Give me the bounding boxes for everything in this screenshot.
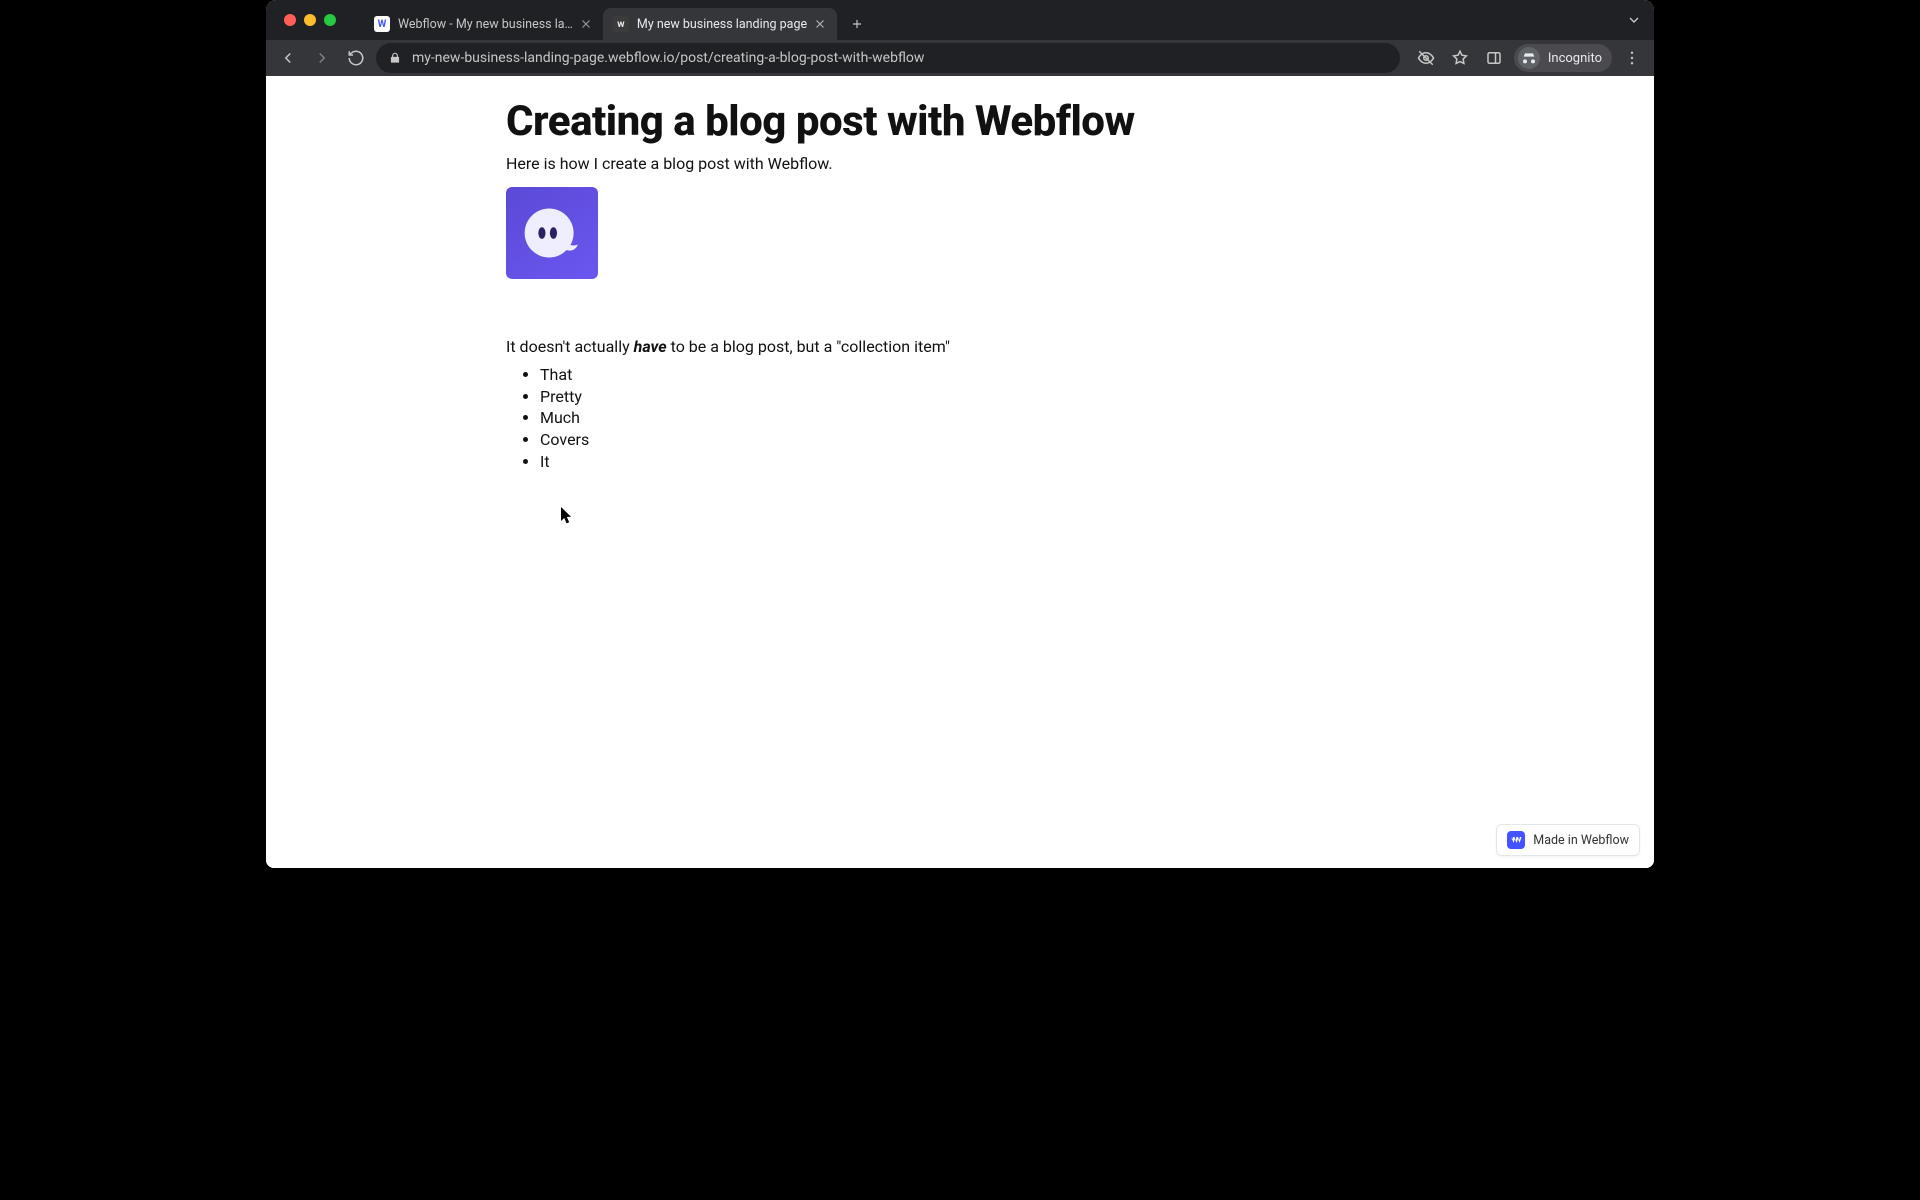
post-body-paragraph: It doesn't actually have to be a blog po… <box>506 337 1606 356</box>
minimize-window-button[interactable] <box>304 14 316 26</box>
close-window-button[interactable] <box>284 14 296 26</box>
body-text-part1: It doesn't actually <box>506 337 634 356</box>
browser-chrome: W Webflow - My new business la… w My new… <box>266 0 1654 82</box>
ghost-icon <box>516 197 588 269</box>
post-title: Creating a blog post with Webflow <box>506 98 1606 146</box>
url-text: my-new-business-landing-page.webflow.io/… <box>412 50 1388 66</box>
site-favicon-icon: w <box>613 16 629 32</box>
tab-title: My new business landing page <box>637 17 807 32</box>
window-controls <box>274 0 344 40</box>
incognito-chip[interactable]: Incognito <box>1514 44 1612 72</box>
tabs-overflow-button[interactable] <box>1626 12 1642 32</box>
list-item: Much <box>540 407 1606 429</box>
tabs: W Webflow - My new business la… w My new… <box>364 0 871 40</box>
incognito-label: Incognito <box>1548 51 1602 66</box>
made-in-webflow-badge[interactable]: Made in Webflow <box>1496 824 1640 856</box>
side-panel-icon[interactable] <box>1480 44 1508 72</box>
tab-title: Webflow - My new business la… <box>398 17 573 32</box>
new-tab-button[interactable] <box>843 10 871 38</box>
list-item: That <box>540 364 1606 386</box>
body-emphasis: have <box>634 337 667 356</box>
blog-post: Creating a blog post with Webflow Here i… <box>266 76 1624 512</box>
webflow-favicon-icon: W <box>374 16 390 32</box>
forward-button[interactable] <box>308 44 336 72</box>
tab-webflow-editor[interactable]: W Webflow - My new business la… <box>364 8 603 40</box>
address-bar[interactable]: my-new-business-landing-page.webflow.io/… <box>376 43 1400 73</box>
browser-window: W Webflow - My new business la… w My new… <box>266 0 1654 868</box>
kebab-menu-icon[interactable] <box>1618 44 1646 72</box>
post-lead: Here is how I create a blog post with We… <box>506 154 1606 173</box>
back-button[interactable] <box>274 44 302 72</box>
webflow-logo-icon <box>1507 831 1525 849</box>
bookmark-star-icon[interactable] <box>1446 44 1474 72</box>
webflow-badge-label: Made in Webflow <box>1533 833 1629 848</box>
eye-off-icon[interactable] <box>1412 44 1440 72</box>
list-item: Covers <box>540 429 1606 451</box>
incognito-icon <box>1518 47 1540 69</box>
list-item: It <box>540 451 1606 473</box>
post-bullet-list: That Pretty Much Covers It <box>506 364 1606 472</box>
lock-icon <box>388 51 402 65</box>
tab-published-site[interactable]: w My new business landing page <box>603 8 837 40</box>
page-viewport: Creating a blog post with Webflow Here i… <box>266 76 1654 868</box>
reload-button[interactable] <box>342 44 370 72</box>
body-text-part2: to be a blog post, but a "collection ite… <box>667 337 950 356</box>
toolbar-right: Incognito <box>1412 44 1646 72</box>
tab-strip: W Webflow - My new business la… w My new… <box>266 0 1654 40</box>
list-item: Pretty <box>540 386 1606 408</box>
close-tab-icon[interactable] <box>813 17 827 31</box>
post-thumbnail <box>506 187 598 279</box>
maximize-window-button[interactable] <box>324 14 336 26</box>
close-tab-icon[interactable] <box>579 17 593 31</box>
